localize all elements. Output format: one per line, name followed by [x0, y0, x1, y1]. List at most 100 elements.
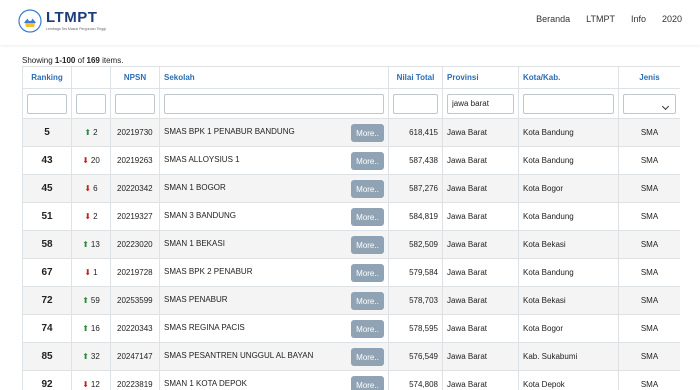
more-button[interactable]: More.. [351, 320, 384, 338]
cell-provinsi: Jawa Barat [442, 202, 519, 231]
cell-provinsi: Jawa Barat [442, 342, 519, 371]
filter-row [22, 88, 680, 119]
change-value: 16 [90, 324, 100, 333]
header-change [71, 66, 111, 89]
cell-provinsi: Jawa Barat [442, 286, 519, 315]
cell-jenis: SMA [618, 286, 680, 315]
cell-kota: Kota Bogor [518, 174, 619, 203]
cell-jenis: SMA [618, 118, 680, 147]
cell-nilai-total: 576,549 [388, 342, 443, 371]
nav-link-beranda[interactable]: Beranda [536, 14, 570, 24]
cell-sekolah: SMAN 1 KOTA DEPOK More.. [159, 370, 389, 390]
school-name: SMAN 1 BOGOR [164, 183, 226, 192]
school-name: SMAS BPK 2 PENABUR [164, 267, 253, 276]
filter-jenis-select[interactable] [623, 93, 676, 114]
results-summary: Showing 1-100 of 169 items. [22, 56, 124, 65]
ranking-table: Ranking NPSN Sekolah Nilai Total Provins… [22, 66, 680, 390]
cell-change: ⬇ 1 [71, 258, 111, 287]
arrow-down-icon: ⬇ [84, 268, 92, 277]
cell-nilai-total: 579,584 [388, 258, 443, 287]
more-button[interactable]: More.. [351, 208, 384, 226]
cell-ranking: 58 [22, 230, 72, 259]
filter-provinsi-input[interactable] [447, 93, 514, 114]
cell-sekolah: SMAN 1 BOGOR More.. [159, 174, 389, 203]
brand-tagline: Lembaga Tes Masuk Perguruan Tinggi [46, 27, 106, 31]
filter-change-input[interactable] [76, 93, 106, 114]
cell-ranking: 92 [22, 370, 72, 390]
cell-change: ⬆ 2 [71, 118, 111, 147]
cell-jenis: SMA [618, 202, 680, 231]
more-button[interactable]: More.. [351, 264, 384, 282]
change-value: 32 [90, 352, 100, 361]
summary-total: 169 [86, 56, 100, 65]
cell-nilai-total: 578,595 [388, 314, 443, 343]
change-value: 59 [90, 296, 100, 305]
cell-provinsi: Jawa Barat [442, 230, 519, 259]
cell-kota: Kab. Sukabumi [518, 342, 619, 371]
more-button[interactable]: More.. [351, 236, 384, 254]
cell-jenis: SMA [618, 230, 680, 259]
cell-change: ⬇ 12 [71, 370, 111, 390]
cell-sekolah: SMAN 1 BEKASI More.. [159, 230, 389, 259]
cell-ranking: 51 [22, 202, 72, 231]
cell-ranking: 45 [22, 174, 72, 203]
cell-jenis: SMA [618, 146, 680, 175]
change-value: 2 [93, 128, 98, 137]
cell-npsn: 20220343 [110, 314, 160, 343]
cell-npsn: 20220342 [110, 174, 160, 203]
cell-jenis: SMA [618, 314, 680, 343]
arrow-down-icon: ⬇ [84, 184, 92, 193]
cell-sekolah: SMAS PESANTREN UNGGUL AL BAYAN More.. [159, 342, 389, 371]
header-npsn[interactable]: NPSN [110, 66, 160, 89]
cell-kota: Kota Bogor [518, 314, 619, 343]
table-row: 85 ⬆ 32 20247147 SMAS PESANTREN UNGGUL AL BA… [22, 342, 680, 371]
ranking-grid: Ranking NPSN Sekolah Nilai Total Provins… [22, 66, 680, 390]
arrow-up-icon: ⬆ [82, 296, 89, 305]
cell-change: ⬆ 59 [71, 286, 111, 315]
brand[interactable]: LTMPT Lembaga Tes Masuk Perguruan Tinggi [18, 9, 106, 37]
cell-nilai-total: 574,808 [388, 370, 443, 390]
cell-kota: Kota Bandung [518, 202, 619, 231]
nav-link-2020[interactable]: 2020 [662, 14, 682, 24]
header-jenis[interactable]: Jenis [618, 66, 680, 89]
header-nilai-total[interactable]: Nilai Total [388, 66, 443, 89]
header-kota[interactable]: Kota/Kab. [518, 66, 619, 89]
more-button[interactable]: More.. [351, 376, 384, 390]
cell-change: ⬆ 32 [71, 342, 111, 371]
more-button[interactable]: More.. [351, 348, 384, 366]
filter-jenis-value[interactable] [623, 93, 676, 114]
cell-jenis: SMA [618, 370, 680, 390]
filter-ranking-input[interactable] [27, 93, 67, 114]
nav-link-ltmpt[interactable]: LTMPT [586, 14, 615, 24]
change-value: 13 [90, 240, 100, 249]
header-provinsi[interactable]: Provinsi [442, 66, 519, 89]
more-button[interactable]: More.. [351, 292, 384, 310]
school-name: SMAS PESANTREN UNGGUL AL BAYAN [164, 351, 314, 360]
cell-provinsi: Jawa Barat [442, 118, 519, 147]
cell-kota: Kota Bekasi [518, 286, 619, 315]
school-name: SMAS BPK 1 PENABUR BANDUNG [164, 127, 295, 136]
filter-sekolah-input[interactable] [164, 93, 384, 114]
cell-jenis: SMA [618, 342, 680, 371]
cell-sekolah: SMAS PENABUR More.. [159, 286, 389, 315]
header-ranking[interactable]: Ranking [22, 66, 72, 89]
change-value: 20 [90, 156, 100, 165]
more-button[interactable]: More.. [351, 124, 384, 142]
cell-npsn: 20219728 [110, 258, 160, 287]
arrow-up-icon: ⬆ [82, 352, 89, 361]
filter-nilai-input[interactable] [393, 93, 438, 114]
cell-ranking: 74 [22, 314, 72, 343]
more-button[interactable]: More.. [351, 152, 384, 170]
filter-kota-input[interactable] [523, 93, 614, 114]
cell-provinsi: Jawa Barat [442, 258, 519, 287]
arrow-down-icon: ⬇ [82, 156, 89, 165]
change-value: 1 [93, 268, 98, 277]
more-button[interactable]: More.. [351, 180, 384, 198]
cell-ranking: 5 [22, 118, 72, 147]
cell-kota: Kota Depok [518, 370, 619, 390]
filter-npsn-input[interactable] [115, 93, 155, 114]
cell-ranking: 72 [22, 286, 72, 315]
header-sekolah[interactable]: Sekolah [159, 66, 389, 89]
nav-link-info[interactable]: Info [631, 14, 646, 24]
cell-jenis: SMA [618, 258, 680, 287]
